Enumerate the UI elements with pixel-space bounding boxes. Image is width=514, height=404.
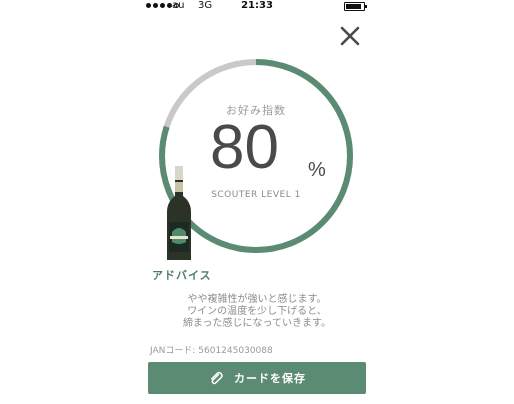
save-card-button[interactable]: カードを保存 [148,362,366,394]
save-card-label: カードを保存 [234,372,306,385]
wine-bottle-image [164,166,194,262]
preference-score: 80 [210,113,279,182]
close-button[interactable] [338,24,362,48]
advice-line: やや複雑性が強いと感じます。 [187,294,327,305]
advice-text: やや複雑性が強いと感じます。 ワインの温度を少し下げると、 締まった感じになって… [152,294,362,330]
status-bar: au 3G 21:33 [0,0,514,14]
paperclip-icon [211,371,223,385]
battery-icon [344,2,367,11]
advice-line: 締まった感じになっていきます。 [182,318,332,329]
close-icon [340,26,360,46]
advice-line: ワインの温度を少し下げると、 [187,306,327,317]
percent-sign: % [308,159,326,181]
jan-code: JANコード: 5601245030088 [150,346,273,356]
bottle-icon [167,166,191,260]
status-time: 21:33 [241,0,273,11]
advice-heading: アドバイス [152,269,212,282]
